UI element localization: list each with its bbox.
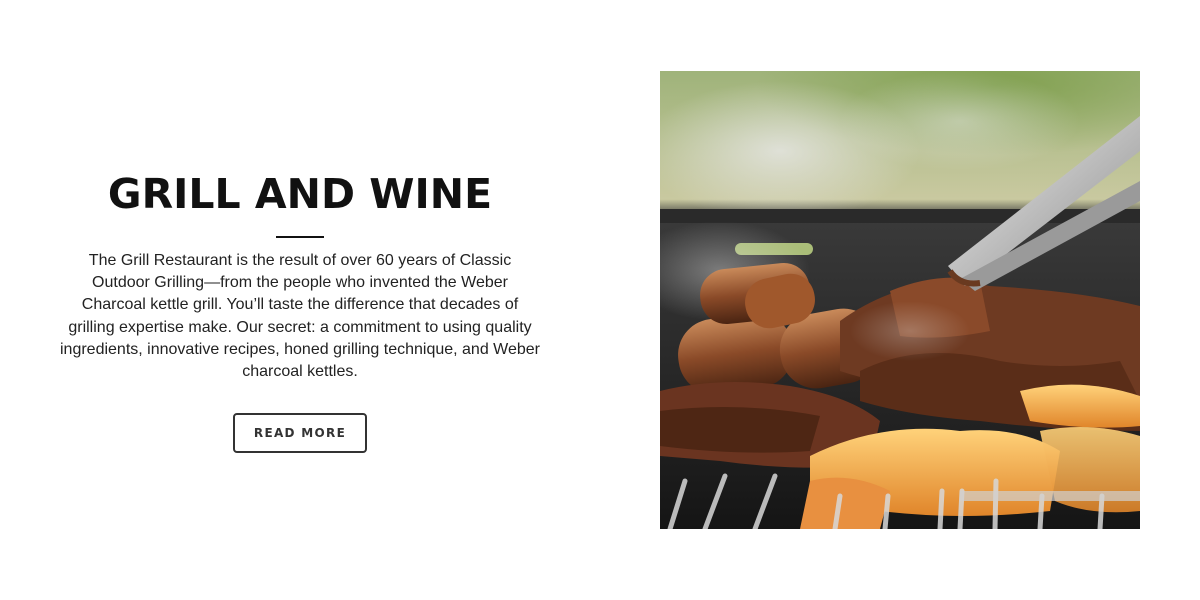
read-more-button[interactable]: READ MORE <box>233 413 367 454</box>
grill-photo <box>660 71 1140 529</box>
title-divider <box>276 236 324 238</box>
feature-section: GRILL AND WINE The Grill Restaurant is t… <box>0 0 1200 600</box>
feature-description: The Grill Restaurant is the result of ov… <box>60 252 541 381</box>
feature-title: GRILL AND WINE <box>107 170 493 218</box>
feature-text-column: GRILL AND WINE The Grill Restaurant is t… <box>60 170 541 454</box>
